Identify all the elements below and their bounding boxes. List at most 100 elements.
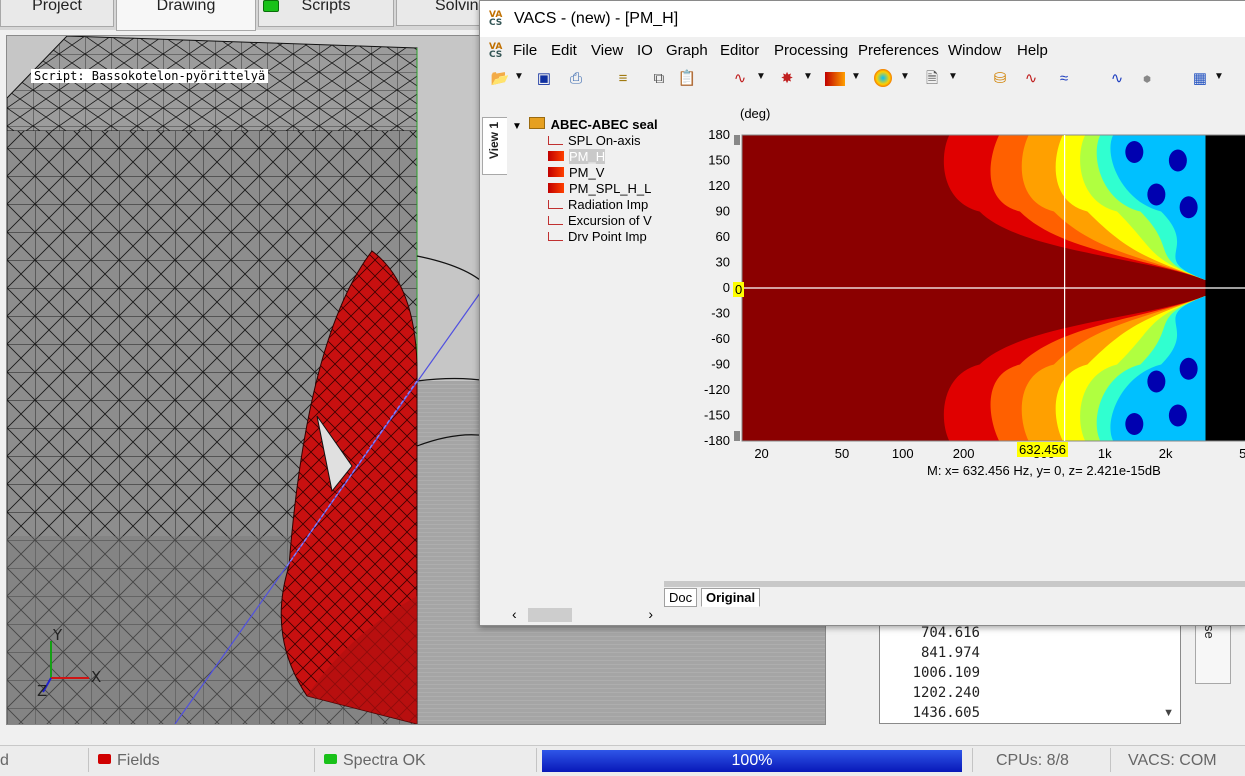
- chevron-down-icon[interactable]: ▼: [756, 71, 766, 82]
- vacs-logo-icon: VA CS: [489, 10, 503, 28]
- title-bar[interactable]: VA CS VACS - (new) - [PM_H]: [480, 1, 1245, 37]
- vacs-window[interactable]: VA CS VACS - (new) - [PM_H] VA CS File Edi…: [479, 0, 1245, 626]
- y-tick-label: 150: [708, 153, 730, 168]
- tree-item-radiation-imp[interactable]: Radiation Imp: [548, 197, 698, 213]
- frequency-list[interactable]: 704.616 841.974 1006.109 1202.240 1436.6…: [879, 622, 1181, 724]
- heatmap-minimum-spot: [1147, 370, 1166, 393]
- menu-preferences[interactable]: Preferences: [858, 42, 939, 59]
- tab-scripts[interactable]: Scripts: [258, 0, 394, 27]
- chevron-down-icon[interactable]: ▼: [948, 71, 958, 82]
- window-title: VACS - (new) - [PM_H]: [514, 10, 679, 27]
- chevron-down-icon[interactable]: ▼: [803, 71, 813, 82]
- menu-io[interactable]: IO: [637, 42, 653, 59]
- function-graph-icon[interactable]: ∿: [1021, 69, 1041, 89]
- y-tick-label: 30: [716, 255, 730, 270]
- window-layout-icon[interactable]: ▦: [1190, 69, 1210, 89]
- color-map-icon[interactable]: [825, 72, 845, 86]
- tab-drawing[interactable]: Drawing: [116, 0, 256, 31]
- tree-item-pm-v[interactable]: PM_V: [548, 165, 698, 181]
- chevron-down-icon[interactable]: ▼: [514, 71, 524, 82]
- status-left-fragment: d: [0, 752, 9, 769]
- x-tick-label: 1k: [1098, 446, 1112, 461]
- scripts-status-led: [263, 0, 279, 12]
- x-tick-label: 200: [953, 446, 975, 461]
- menu-editor[interactable]: Editor: [720, 42, 759, 59]
- menu-file[interactable]: File: [513, 42, 537, 59]
- folder-icon: [528, 117, 545, 129]
- heatmap-minimum-spot: [1168, 149, 1187, 172]
- line-graph-icon[interactable]: ∿: [730, 69, 750, 89]
- y-tick-label: 0: [723, 280, 730, 295]
- open-folder-icon[interactable]: 📂: [490, 69, 510, 89]
- toolbar: 📂 ▼ ▣ ⎙ ≡ ⧉ 📋 ∿ ▼ ✸ ▼ ▼ ▼ 🗎 ▼ ⛁ ∿ ≈ ∿ ⬢ …: [480, 65, 1245, 95]
- chart-data-icon[interactable]: ∿: [1107, 69, 1127, 89]
- y-tick-label: -180: [704, 433, 730, 448]
- tab-doc[interactable]: Doc: [664, 588, 698, 607]
- copy-icon[interactable]: ⧉: [649, 69, 669, 89]
- list-item[interactable]: 1436.605: [880, 703, 1180, 723]
- chevron-down-icon[interactable]: ▼: [1214, 71, 1224, 82]
- tree-horizontal-scrollbar[interactable]: ‹ ›: [510, 606, 655, 624]
- menu-help[interactable]: Help: [1017, 42, 1048, 59]
- heatmap-minimum-spot: [1147, 183, 1166, 206]
- x-tick-label: 100: [892, 446, 914, 461]
- heatmap-minimum-spot: [1179, 357, 1198, 380]
- list-item[interactable]: 1006.109: [880, 663, 1180, 683]
- y-tick-label: 180: [708, 127, 730, 142]
- x-tick-label: 2k: [1159, 446, 1173, 461]
- balloon-plot-icon[interactable]: [874, 69, 892, 87]
- chevron-left-icon[interactable]: ‹: [512, 606, 517, 622]
- tree-item-excursion[interactable]: Excursion of V: [548, 213, 698, 229]
- scrollbar-thumb[interactable]: [528, 608, 572, 622]
- heatmap-minimum-spot: [1125, 413, 1144, 435]
- y-tick-label: 90: [716, 204, 730, 219]
- tab-project[interactable]: Project: [0, 0, 114, 27]
- y-tick-label: 120: [708, 178, 730, 193]
- tree-item-pm-h[interactable]: PM_H: [548, 149, 698, 165]
- tab-view-1[interactable]: View 1: [482, 117, 507, 175]
- y-tick-label: -90: [711, 357, 730, 372]
- print-icon[interactable]: ⎙: [566, 69, 586, 89]
- chevron-down-icon[interactable]: ▼: [512, 121, 522, 132]
- y-tick-label: -120: [704, 382, 730, 397]
- tab-solving[interactable]: Solvin: [396, 0, 480, 26]
- tree-item-pm-spl-h-l[interactable]: PM_SPL_H_L: [548, 181, 698, 197]
- vacs-menu-logo-icon[interactable]: VA CS: [489, 43, 502, 60]
- chevron-down-icon[interactable]: ▼: [851, 71, 861, 82]
- chevron-down-icon[interactable]: ▼: [1163, 707, 1174, 719]
- fields-led-icon: [98, 754, 111, 764]
- tree-root[interactable]: ▼ ABEC-ABEC seal: [512, 117, 682, 133]
- list-item[interactable]: 1202.240: [880, 683, 1180, 703]
- tree-item-spl-on-axis[interactable]: SPL On-axis: [548, 133, 698, 149]
- stop-icon[interactable]: ⬢: [1137, 69, 1157, 89]
- cursor-x-value-label: 632.456: [1017, 442, 1068, 457]
- new-document-icon[interactable]: 🗎: [922, 69, 942, 89]
- tree-folder-icon[interactable]: ≡: [613, 69, 633, 89]
- menu-window[interactable]: Window: [948, 42, 1001, 59]
- list-item[interactable]: 704.616: [880, 623, 1180, 643]
- menu-view[interactable]: View: [591, 42, 623, 59]
- heatmap-minimum-spot: [1179, 196, 1198, 219]
- marker-readout: M: x= 632.456 Hz, y= 0, z= 2.421e-15dB: [927, 463, 1161, 478]
- axis-y-label: Y: [52, 626, 63, 644]
- tab-original[interactable]: Original: [701, 588, 761, 607]
- status-fields: Fields: [98, 752, 160, 770]
- database-icon[interactable]: ⛁: [990, 69, 1010, 89]
- list-item[interactable]: 841.974: [880, 643, 1180, 663]
- paste-icon[interactable]: 📋: [677, 69, 697, 89]
- polar-map-chart[interactable]: 1801501209060300-30-60-90-120-150-18020 5…: [680, 126, 1245, 466]
- tree-item-drv-point-imp[interactable]: Drv Point Imp: [548, 229, 698, 245]
- chevron-down-icon[interactable]: ▼: [900, 71, 910, 82]
- save-icon[interactable]: ▣: [534, 69, 554, 89]
- heatmap-minimum-spot: [1125, 141, 1144, 163]
- menu-edit[interactable]: Edit: [551, 42, 577, 59]
- menu-processing[interactable]: Processing: [774, 42, 848, 59]
- cursor-y-value-label: 0: [733, 282, 745, 297]
- polar-graph-icon[interactable]: ✸: [777, 69, 797, 89]
- multi-graph-icon[interactable]: ≈: [1054, 69, 1074, 89]
- side-tab[interactable]: se: [1195, 620, 1231, 684]
- script-name-label: Script: Bassokotelon-pyörittelyä: [31, 69, 269, 83]
- chevron-right-icon[interactable]: ›: [648, 606, 653, 622]
- menu-graph[interactable]: Graph: [666, 42, 708, 59]
- document-tabs: Doc Original: [664, 581, 1245, 625]
